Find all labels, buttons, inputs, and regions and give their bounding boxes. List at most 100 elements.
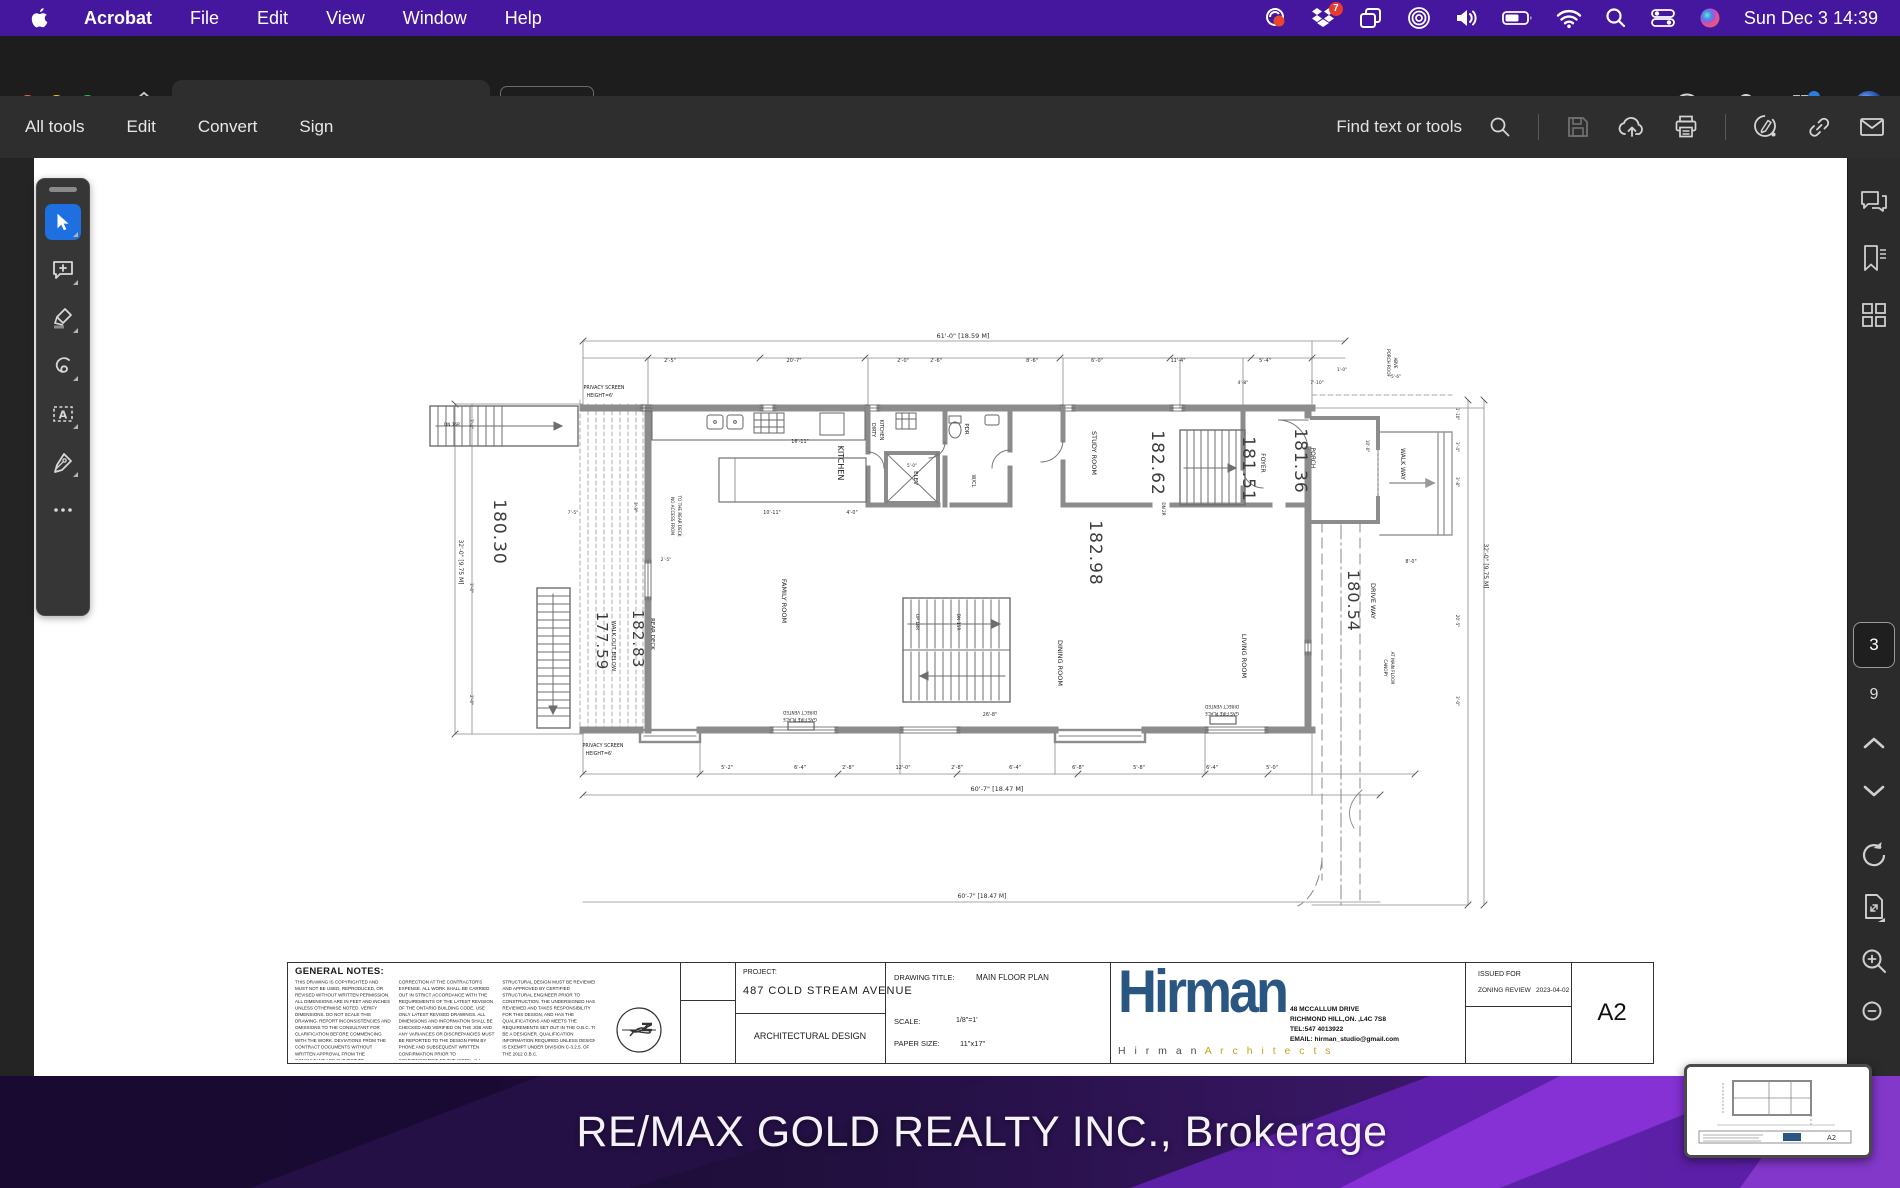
dropbox-badge: 7 — [1328, 2, 1343, 16]
plan-dimension: 2'-6" — [930, 358, 942, 364]
save-icon[interactable] — [1565, 114, 1591, 140]
plan-dimension: 2'-8" — [951, 765, 963, 771]
brokerage-banner-text: RE/MAX GOLD REALTY INC., Brokerage — [576, 1108, 1388, 1156]
plan-dimension: 3'-9" — [633, 502, 638, 512]
menu-view[interactable]: View — [326, 8, 365, 29]
issued-for-label: ISSUED FOR — [1478, 971, 1521, 978]
firm-address-line: 48 MCCALLUM DRIVE — [1290, 1006, 1360, 1013]
next-page-chevron-icon[interactable] — [1861, 782, 1887, 800]
plan-dimension: 6'-0" — [1091, 358, 1103, 364]
plan-dimension: 6'-4" — [1206, 765, 1218, 771]
previous-page-chevron-icon[interactable] — [1861, 734, 1887, 752]
title-block-divider — [735, 1013, 885, 1014]
share-link-icon[interactable] — [1806, 114, 1832, 140]
plan-room-label: STUDY ROOM — [1090, 431, 1098, 475]
plan-dimension: 10'-0" — [1365, 440, 1370, 453]
siri-icon[interactable] — [1698, 6, 1722, 30]
thumbnail-mini-plan: A2 — [1687, 1067, 1863, 1149]
pdf-page-floor-plan[interactable]: KITCHENDIRTY KITCHEN PDRELEV W/CLSTUDY ROOM… — [0, 158, 1848, 1076]
plan-room-label: CANOPY — [1383, 659, 1388, 677]
find-text-label[interactable]: Find text or tools — [1336, 117, 1462, 137]
request-signatures-icon[interactable] — [1752, 113, 1780, 141]
plan-dimension: 61'-0" [18.59 M] — [937, 332, 990, 340]
rotate-page-icon[interactable] — [1859, 840, 1889, 870]
paper-size-value: 11"x17" — [960, 1039, 986, 1048]
battery-icon[interactable] — [1501, 6, 1534, 30]
menu-help[interactable]: Help — [505, 8, 542, 29]
menu-clock[interactable]: Sun Dec 3 14:39 — [1744, 8, 1878, 29]
plan-dimension: 2'-8" — [842, 765, 854, 771]
zoom-out-icon[interactable] — [1859, 998, 1889, 1028]
plan-elevation-value: 180.30 — [489, 499, 509, 564]
plan-dimension: 2'-5" — [661, 557, 672, 563]
page-thumbnails-icon[interactable] — [1859, 300, 1889, 330]
apple-logo-icon[interactable] — [30, 7, 50, 29]
email-icon[interactable] — [1858, 114, 1886, 140]
fit-page-icon[interactable] — [1859, 892, 1889, 924]
architects-name: A r c h i t e c t s — [1204, 1045, 1334, 1057]
plan-room-label: PDR — [963, 423, 969, 435]
issued-date: 2023-04-02 — [1536, 987, 1570, 994]
sign-button[interactable]: Sign — [299, 117, 333, 137]
plan-dimension: 6'-4" — [1009, 765, 1021, 771]
spotlight-search-icon[interactable] — [1604, 6, 1628, 30]
plan-dimension: 2'-5" — [664, 358, 676, 364]
upload-cloud-icon[interactable] — [1617, 114, 1647, 140]
dropbox-icon[interactable]: 7 — [1310, 2, 1343, 30]
screen-mirroring-icon[interactable] — [1358, 6, 1384, 30]
plan-room-label: DN 16R — [444, 422, 460, 427]
plan-elevation-value: 182.98 — [1085, 520, 1105, 585]
plan-room-label: DN 2R — [1161, 502, 1166, 515]
plan-room-label: AT MAIN FLOOR — [1390, 652, 1395, 685]
plan-dimension: 5'-0" — [1266, 765, 1278, 771]
status-icons: 7 Sun Dec 3 14:39 — [1264, 0, 1900, 36]
current-page-value: 3 — [1869, 635, 1879, 654]
find-search-icon[interactable] — [1488, 115, 1512, 139]
control-center-icon[interactable] — [1650, 6, 1676, 30]
plan-room-label: WALK WAY — [1399, 448, 1406, 480]
current-page-input[interactable]: 3 — [1853, 622, 1895, 668]
title-block-divider — [885, 963, 886, 1063]
remax-footer-band: RE/MAX GOLD REALTY INC., Brokerage — [0, 1076, 1900, 1188]
plan-elevation-value: 180.54 — [1344, 570, 1363, 632]
menu-file[interactable]: File — [190, 8, 219, 29]
drawing-title: MAIN FLOOR PLAN — [976, 973, 1049, 982]
page-preview-thumbnail[interactable]: A2 — [1684, 1064, 1872, 1158]
wifi-icon[interactable] — [1556, 6, 1582, 30]
volume-icon[interactable] — [1454, 6, 1480, 30]
plan-room-label: PRIVACY SCREEN — [584, 385, 625, 391]
plan-room-label: DN 15R — [955, 613, 961, 630]
plan-room-label: KITCHEN — [836, 446, 845, 481]
menu-acrobat[interactable]: Acrobat — [84, 8, 152, 29]
plan-room-label: TO THE REAR DECK — [677, 494, 682, 536]
bookmarks-panel-icon[interactable] — [1858, 242, 1890, 274]
plan-dimension: 32'-0" [9.75 M] — [457, 539, 464, 584]
zoom-in-icon[interactable] — [1859, 946, 1889, 976]
issued-row: ZONING REVIEW — [1478, 987, 1531, 994]
plan-dimension: 26'-8" — [983, 712, 997, 718]
menu-window[interactable]: Window — [403, 8, 467, 29]
plan-dimension: 8'-0" — [1405, 559, 1416, 565]
plan-dimension: 5'-2" — [721, 765, 733, 771]
svg-text:A2: A2 — [1827, 1134, 1836, 1142]
plan-dimension: 5'-0" — [907, 463, 917, 468]
print-icon[interactable] — [1673, 114, 1699, 140]
all-tools-button[interactable]: All tools — [25, 117, 85, 137]
airdrop-icon[interactable] — [1406, 6, 1432, 30]
convert-button[interactable]: Convert — [198, 117, 258, 137]
edit-button[interactable]: Edit — [127, 117, 156, 137]
plan-dimension: 5'-6" — [1391, 374, 1401, 379]
plan-room-label: FAMILY ROOM — [780, 579, 788, 623]
comments-panel-icon[interactable] — [1858, 186, 1890, 218]
plan-dimension: 4'-8" — [1238, 380, 1249, 386]
firm-address: 48 MCCALLUM DRIVE RICHMOND HILL,ON. ,L4C… — [1290, 1005, 1399, 1045]
plan-dimension: 3'-8" — [1455, 477, 1460, 487]
app-status-icon[interactable] — [1264, 6, 1288, 30]
plan-room-label: ELEV — [912, 471, 918, 485]
menu-edit[interactable]: Edit — [257, 8, 288, 29]
plan-dimension: 10'-11" — [763, 510, 780, 516]
project-design-type: ARCHITECTURAL DESIGN — [753, 1031, 867, 1041]
title-block-divider — [1465, 963, 1466, 1063]
plan-elevation-value: 177.59 — [593, 612, 611, 671]
plan-dimension: 20'-7" — [786, 358, 801, 364]
